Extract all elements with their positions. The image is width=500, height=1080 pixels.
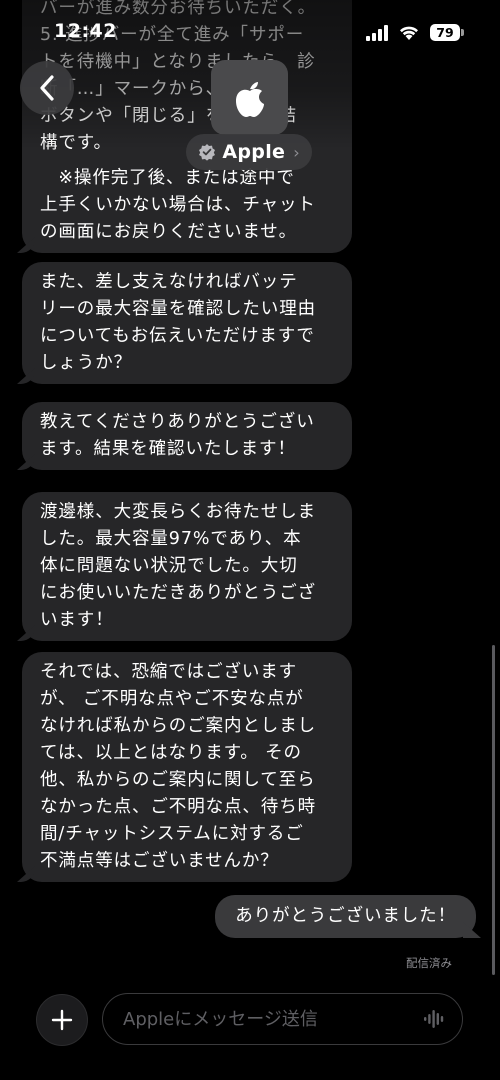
- chevron-left-icon: [40, 75, 54, 101]
- message-bubble-sent: ありがとうございました！: [215, 895, 476, 938]
- status-time: 12:42: [54, 20, 117, 42]
- message-line: なければ私からのご案内としまし: [40, 716, 316, 736]
- message-line: にお使いいただきありがとうござ: [40, 583, 316, 603]
- message-line: した。最大容量97%であり、本: [40, 529, 302, 549]
- message-line: 上手くいかない場合は、チャット: [40, 195, 316, 215]
- scroll-indicator[interactable]: [492, 645, 495, 975]
- voice-waveform-icon[interactable]: [424, 1009, 446, 1029]
- add-attachment-button[interactable]: [36, 994, 88, 1046]
- message-line: それでは、恐縮ではございます: [40, 662, 298, 682]
- message-line: しょうか？: [40, 353, 132, 373]
- delivered-status: 配信済み: [406, 956, 452, 970]
- message-line: 教えてくださりありがとうござい: [40, 412, 315, 432]
- message-input[interactable]: [102, 993, 463, 1045]
- message-line: なかった点、ご不明な点、待ち時: [40, 797, 316, 817]
- chevron-right-icon: ›: [293, 142, 300, 162]
- message-line: 渡邊様、大変長らくお待たせしま: [40, 502, 316, 522]
- message-line: ます。結果を確認いたします！: [40, 439, 296, 459]
- contact-avatar[interactable]: [211, 60, 288, 135]
- contact-name: Apple: [222, 141, 286, 163]
- message-bubble-received: また、差し支えなければバッテ リーの最大容量を確認したい理由 についてもお伝えい…: [22, 262, 352, 384]
- message-bubble-received: 教えてくださりありがとうござい ます。結果を確認いたします！: [22, 402, 352, 470]
- apple-logo-icon: [235, 81, 264, 117]
- back-button[interactable]: [20, 61, 74, 115]
- verified-badge-icon: [199, 144, 216, 161]
- battery-indicator: 79: [430, 24, 464, 41]
- contact-name-button[interactable]: Apple ›: [186, 134, 312, 170]
- message-line: ありがとうございました！: [235, 906, 456, 926]
- message-bubble-received: それでは、恐縮ではございます が、 ご不明な点やご不安な点が なければ私からのご…: [22, 652, 352, 882]
- message-line: についてもお伝えいただけますで: [40, 326, 315, 346]
- message-line: 断「…」マークから、×: [40, 79, 240, 99]
- message-line: 間/チャットシステムに対するご: [40, 824, 304, 844]
- status-bar: 12:42 79: [0, 0, 500, 62]
- message-line: います！: [40, 610, 114, 630]
- message-bubble-received: 渡邊様、大変長らくお待たせしま した。最大容量97%であり、本 体に問題ない状況…: [22, 492, 352, 641]
- message-line: また、差し支えなければバッテ: [40, 272, 298, 292]
- message-line: リーの最大容量を確認したい理由: [40, 299, 316, 319]
- message-line: が、 ご不明な点やご不安な点が: [40, 689, 304, 709]
- message-line: の画面にお戻りくださいませ。: [40, 222, 298, 242]
- cellular-signal-icon: [366, 25, 388, 41]
- message-line: 他、私からのご案内に関して至ら: [40, 770, 316, 790]
- message-line: 体に問題ない状況でした。大切: [40, 556, 298, 576]
- plus-icon: [51, 1009, 73, 1031]
- message-line: ボタンや「閉じる」を押して結: [40, 106, 298, 126]
- wifi-icon: [400, 26, 418, 40]
- message-line: ては、以上とはなります。 その: [40, 743, 302, 763]
- message-line: 不満点等はございませんか？: [40, 851, 279, 871]
